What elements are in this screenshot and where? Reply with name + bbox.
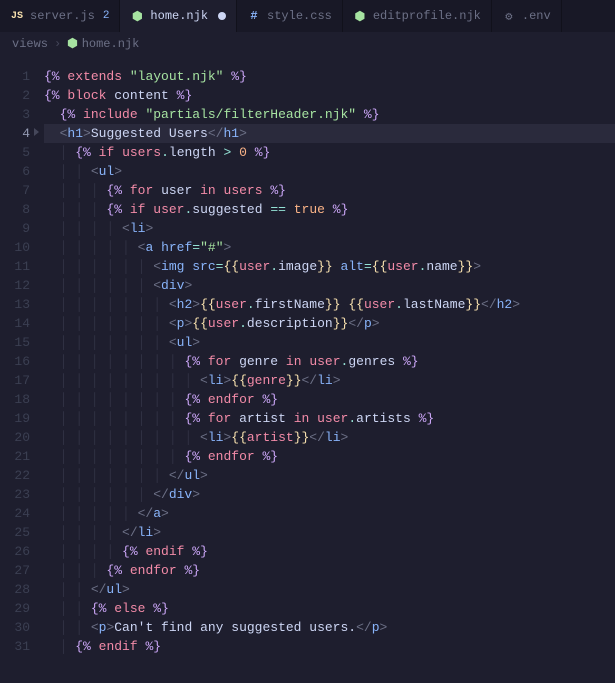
gear-icon: ⚙ bbox=[502, 9, 516, 23]
tab-label: editprofile.njk bbox=[373, 9, 481, 23]
breadcrumb-folder[interactable]: views bbox=[12, 37, 48, 51]
code-line[interactable]: │ │ │ │ │ │ </div> bbox=[44, 485, 615, 504]
breadcrumb-file[interactable]: ⬢ home.njk bbox=[67, 36, 139, 51]
line-number: 5 bbox=[0, 143, 30, 162]
line-number: 7 bbox=[0, 181, 30, 200]
code-line[interactable]: │ │ │ │ {% endif %} bbox=[44, 542, 615, 561]
line-number: 27 bbox=[0, 561, 30, 580]
line-number: 6 bbox=[0, 162, 30, 181]
js-icon: JS bbox=[10, 9, 24, 23]
line-number: 28 bbox=[0, 580, 30, 599]
code-line[interactable]: │ │ │ │ │ │ │ │ {% for artist in user.ar… bbox=[44, 409, 615, 428]
tab-env[interactable]: ⚙ .env bbox=[492, 0, 562, 32]
line-number: 29 bbox=[0, 599, 30, 618]
code-line[interactable]: │ {% if users.length > 0 %} bbox=[44, 143, 615, 162]
line-number: 9 bbox=[0, 219, 30, 238]
code-line[interactable]: │ │ │ {% if user.suggested == true %} bbox=[44, 200, 615, 219]
tab-badge: 2 bbox=[103, 10, 110, 22]
line-number: 10 bbox=[0, 238, 30, 257]
code-line[interactable]: │ │ │ │ │ │ │ │ │ <li>{{artist}}</li> bbox=[44, 428, 615, 447]
nunjucks-icon: ⬢ bbox=[353, 9, 367, 23]
tab-label: .env bbox=[522, 9, 551, 23]
code-line[interactable]: │ │ │ │ <li> bbox=[44, 219, 615, 238]
line-number: 24 bbox=[0, 504, 30, 523]
code-line[interactable]: │ │ │ │ │ │ │ <ul> bbox=[44, 333, 615, 352]
code-area[interactable]: {% extends "layout.njk" %} {% block cont… bbox=[44, 55, 615, 656]
code-line[interactable]: {% block content %} bbox=[44, 86, 615, 105]
line-number: 2 bbox=[0, 86, 30, 105]
line-number: 13 bbox=[0, 295, 30, 314]
nunjucks-icon: ⬢ bbox=[130, 9, 144, 23]
code-line[interactable]: │ │ │ │ │ │ │ <h2>{{user.firstName}} {{u… bbox=[44, 295, 615, 314]
line-number: 31 bbox=[0, 637, 30, 656]
code-line[interactable]: │ │ {% else %} bbox=[44, 599, 615, 618]
code-line[interactable]: {% extends "layout.njk" %} bbox=[44, 67, 615, 86]
line-number: 25 bbox=[0, 523, 30, 542]
line-number: 14 bbox=[0, 314, 30, 333]
chevron-right-icon: › bbox=[54, 37, 61, 51]
code-line[interactable]: │ │ │ │ │ │ │ </ul> bbox=[44, 466, 615, 485]
code-line[interactable]: │ {% endif %} bbox=[44, 637, 615, 656]
line-number: 3 bbox=[0, 105, 30, 124]
code-line[interactable]: │ │ │ │ </li> bbox=[44, 523, 615, 542]
nunjucks-icon: ⬢ bbox=[67, 36, 77, 51]
tab-editprofile-njk[interactable]: ⬢ editprofile.njk bbox=[343, 0, 492, 32]
line-number: 18 bbox=[0, 390, 30, 409]
tab-server-js[interactable]: JS server.js 2 bbox=[0, 0, 120, 32]
line-number: 1 bbox=[0, 67, 30, 86]
line-number: 15 bbox=[0, 333, 30, 352]
line-number: 21 bbox=[0, 447, 30, 466]
code-line[interactable]: {% include "partials/filterHeader.njk" %… bbox=[44, 105, 615, 124]
line-number: 23 bbox=[0, 485, 30, 504]
line-number: 17 bbox=[0, 371, 30, 390]
code-line[interactable]: │ │ │ │ │ │ │ │ │ <li>{{genre}}</li> bbox=[44, 371, 615, 390]
code-line[interactable]: │ │ │ │ │ │ │ │ {% endfor %} bbox=[44, 390, 615, 409]
code-line[interactable]: │ │ <ul> bbox=[44, 162, 615, 181]
line-number: 19 bbox=[0, 409, 30, 428]
tab-style-css[interactable]: # style.css bbox=[237, 0, 343, 32]
line-number: 8 bbox=[0, 200, 30, 219]
line-number: 12 bbox=[0, 276, 30, 295]
caret-icon bbox=[34, 128, 39, 136]
tab-home-njk[interactable]: ⬢ home.njk bbox=[120, 0, 237, 32]
editor-tabs: JS server.js 2 ⬢ home.njk # style.css ⬢ … bbox=[0, 0, 615, 32]
tab-label: home.njk bbox=[150, 9, 208, 23]
line-number: 4 bbox=[0, 124, 30, 143]
modified-indicator-icon bbox=[218, 12, 226, 20]
code-line[interactable]: │ │ │ │ │ │ <img src={{user.image}} alt=… bbox=[44, 257, 615, 276]
breadcrumb: views › ⬢ home.njk bbox=[0, 32, 615, 55]
code-line[interactable]: │ │ <p>Can't find any suggested users.</… bbox=[44, 618, 615, 637]
code-line[interactable]: │ │ │ │ │ │ │ │ {% endfor %} bbox=[44, 447, 615, 466]
tab-label: style.css bbox=[267, 9, 332, 23]
css-icon: # bbox=[247, 9, 261, 23]
code-line[interactable]: │ │ </ul> bbox=[44, 580, 615, 599]
line-number: 16 bbox=[0, 352, 30, 371]
code-line[interactable]: <h1>Suggested Users</h1> bbox=[44, 124, 615, 143]
line-number: 11 bbox=[0, 257, 30, 276]
code-line[interactable]: │ │ │ │ │ </a> bbox=[44, 504, 615, 523]
line-number: 20 bbox=[0, 428, 30, 447]
code-line[interactable]: │ │ │ │ │ │ │ <p>{{user.description}}</p… bbox=[44, 314, 615, 333]
line-number: 22 bbox=[0, 466, 30, 485]
line-number: 26 bbox=[0, 542, 30, 561]
tab-label: server.js bbox=[30, 9, 95, 23]
code-line[interactable]: │ │ │ {% for user in users %} bbox=[44, 181, 615, 200]
code-line[interactable]: │ │ │ {% endfor %} bbox=[44, 561, 615, 580]
code-line[interactable]: │ │ │ │ │ │ <div> bbox=[44, 276, 615, 295]
line-number-gutter: 1234567891011121314151617181920212223242… bbox=[0, 55, 44, 656]
code-line[interactable]: │ │ │ │ │ <a href="#"> bbox=[44, 238, 615, 257]
code-line[interactable]: │ │ │ │ │ │ │ │ {% for genre in user.gen… bbox=[44, 352, 615, 371]
line-number: 30 bbox=[0, 618, 30, 637]
code-editor[interactable]: 1234567891011121314151617181920212223242… bbox=[0, 55, 615, 656]
